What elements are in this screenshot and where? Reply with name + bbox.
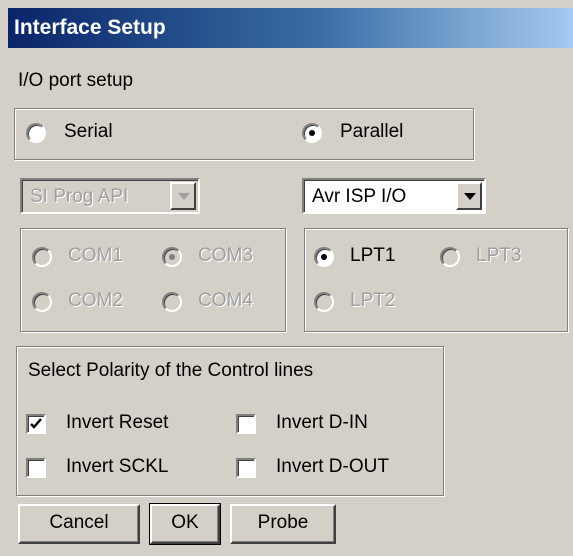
com1-label: COM1	[68, 245, 123, 266]
parallel-ports-group	[304, 228, 568, 332]
parallel-radio[interactable]	[302, 123, 322, 143]
polarity-title: Select Polarity of the Control lines	[28, 360, 314, 381]
lpt3-label: LPT3	[476, 245, 522, 266]
serial-radio[interactable]	[26, 123, 46, 143]
invert-sckl-label: Invert SCKL	[66, 456, 169, 477]
invert-dout-checkbox[interactable]	[236, 458, 256, 478]
invert-reset-checkbox[interactable]	[26, 414, 46, 434]
parallel-api-select-value: Avr ISP I/O	[312, 186, 407, 207]
invert-din-label: Invert D-IN	[276, 412, 368, 433]
io-port-setup-label: I/O port setup	[18, 70, 134, 91]
lpt3-radio[interactable]	[440, 247, 460, 267]
serial-api-select[interactable]: SI Prog API	[20, 178, 200, 214]
com4-label: COM4	[198, 290, 253, 311]
serial-radio-label: Serial	[64, 121, 113, 142]
serial-api-select-value: SI Prog API	[30, 186, 129, 207]
com3-label: COM3	[198, 245, 253, 266]
ok-button[interactable]: OK	[149, 503, 221, 545]
com4-radio[interactable]	[162, 292, 182, 312]
chevron-down-icon	[170, 182, 196, 210]
parallel-api-select[interactable]: Avr ISP I/O	[302, 178, 486, 214]
invert-reset-label: Invert Reset	[66, 412, 169, 433]
checkmark-icon	[30, 418, 42, 429]
title-bar: Interface Setup	[8, 8, 573, 48]
cancel-button[interactable]: Cancel	[18, 504, 140, 544]
invert-dout-label: Invert D-OUT	[276, 456, 389, 477]
lpt1-label: LPT1	[350, 245, 396, 266]
serial-ports-group	[20, 228, 286, 332]
com1-radio[interactable]	[32, 247, 52, 267]
window-title: Interface Setup	[14, 16, 166, 39]
invert-din-checkbox[interactable]	[236, 414, 256, 434]
com2-radio[interactable]	[32, 292, 52, 312]
probe-button[interactable]: Probe	[230, 504, 336, 544]
com3-radio[interactable]	[162, 247, 182, 267]
parallel-radio-label: Parallel	[340, 121, 404, 142]
invert-sckl-checkbox[interactable]	[26, 458, 46, 478]
lpt2-radio[interactable]	[314, 292, 334, 312]
lpt1-radio[interactable]	[314, 247, 334, 267]
lpt2-label: LPT2	[350, 290, 396, 311]
chevron-down-icon	[456, 182, 482, 210]
com2-label: COM2	[68, 290, 123, 311]
